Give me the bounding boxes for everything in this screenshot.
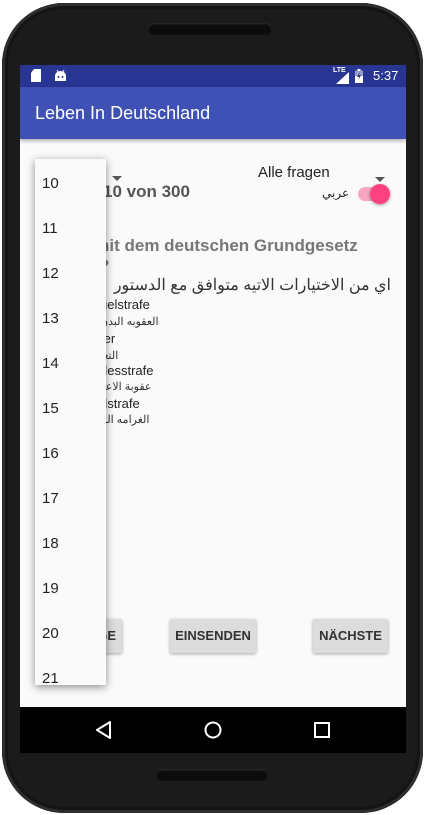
app-title: Leben In Deutschland bbox=[35, 103, 211, 123]
android-icon bbox=[54, 69, 67, 82]
dropdown-item[interactable]: 11 bbox=[42, 220, 58, 237]
answer-3-arabic: عقوبة الاعد bbox=[100, 381, 152, 393]
answer-1-german: gelstrafe bbox=[100, 297, 150, 312]
next-button[interactable]: NÄCHSTE bbox=[313, 619, 388, 653]
status-bar: LTE 5:37 bbox=[20, 65, 406, 87]
answer-1-arabic: العقوبه البدن bbox=[100, 316, 159, 328]
bottom-speaker bbox=[156, 769, 268, 781]
category-selected-label: Alle fragen bbox=[258, 164, 330, 181]
back-icon[interactable] bbox=[96, 721, 112, 744]
dropdown-item[interactable]: 17 bbox=[42, 490, 59, 507]
answer-4-arabic: الغرامه الم bbox=[100, 414, 150, 426]
dropdown-item[interactable]: 16 bbox=[42, 445, 59, 462]
dropdown-item[interactable]: 12 bbox=[42, 265, 59, 282]
language-toggle-label: عربي bbox=[322, 186, 350, 200]
app-bar: Leben In Deutschland bbox=[20, 87, 406, 139]
recents-icon[interactable] bbox=[314, 722, 330, 743]
language-toggle-switch[interactable] bbox=[358, 184, 390, 204]
dropdown-item[interactable]: 15 bbox=[42, 400, 59, 417]
dropdown-item[interactable]: 14 bbox=[42, 355, 59, 372]
clock: 5:37 bbox=[373, 68, 399, 83]
dropdown-item[interactable]: 19 bbox=[42, 580, 59, 597]
navigation-bar bbox=[20, 707, 406, 753]
dropdown-item[interactable]: 20 bbox=[42, 625, 59, 642]
top-speaker bbox=[148, 23, 272, 35]
question-number-dropdown[interactable]: 10 11 12 13 14 15 16 17 18 19 20 21 bbox=[35, 159, 106, 685]
question-counter: 10 von 300 bbox=[103, 182, 190, 201]
dropdown-item[interactable]: 13 bbox=[42, 310, 59, 327]
home-icon[interactable] bbox=[204, 721, 222, 744]
dropdown-item[interactable]: 10 bbox=[42, 175, 59, 192]
toggle-thumb bbox=[370, 184, 390, 204]
dropdown-item[interactable]: 21 bbox=[42, 670, 59, 685]
category-spinner[interactable]: Alle fragen bbox=[254, 161, 386, 185]
answer-3-german: desstrafe bbox=[100, 363, 154, 378]
submit-button[interactable]: EINSENDEN bbox=[170, 619, 256, 653]
screen: LTE 5:37 Leben In Deutschland 10 von 300… bbox=[20, 65, 406, 707]
dropdown-item[interactable]: 18 bbox=[42, 535, 59, 552]
sd-card-icon bbox=[31, 69, 41, 82]
question-text-arabic: اي من الاختيارات الاتيه متوافق مع الدستو… bbox=[108, 277, 391, 294]
question-text-german: hit dem deutschen Grundgesetz bbox=[99, 236, 358, 255]
battery-icon bbox=[355, 69, 363, 88]
